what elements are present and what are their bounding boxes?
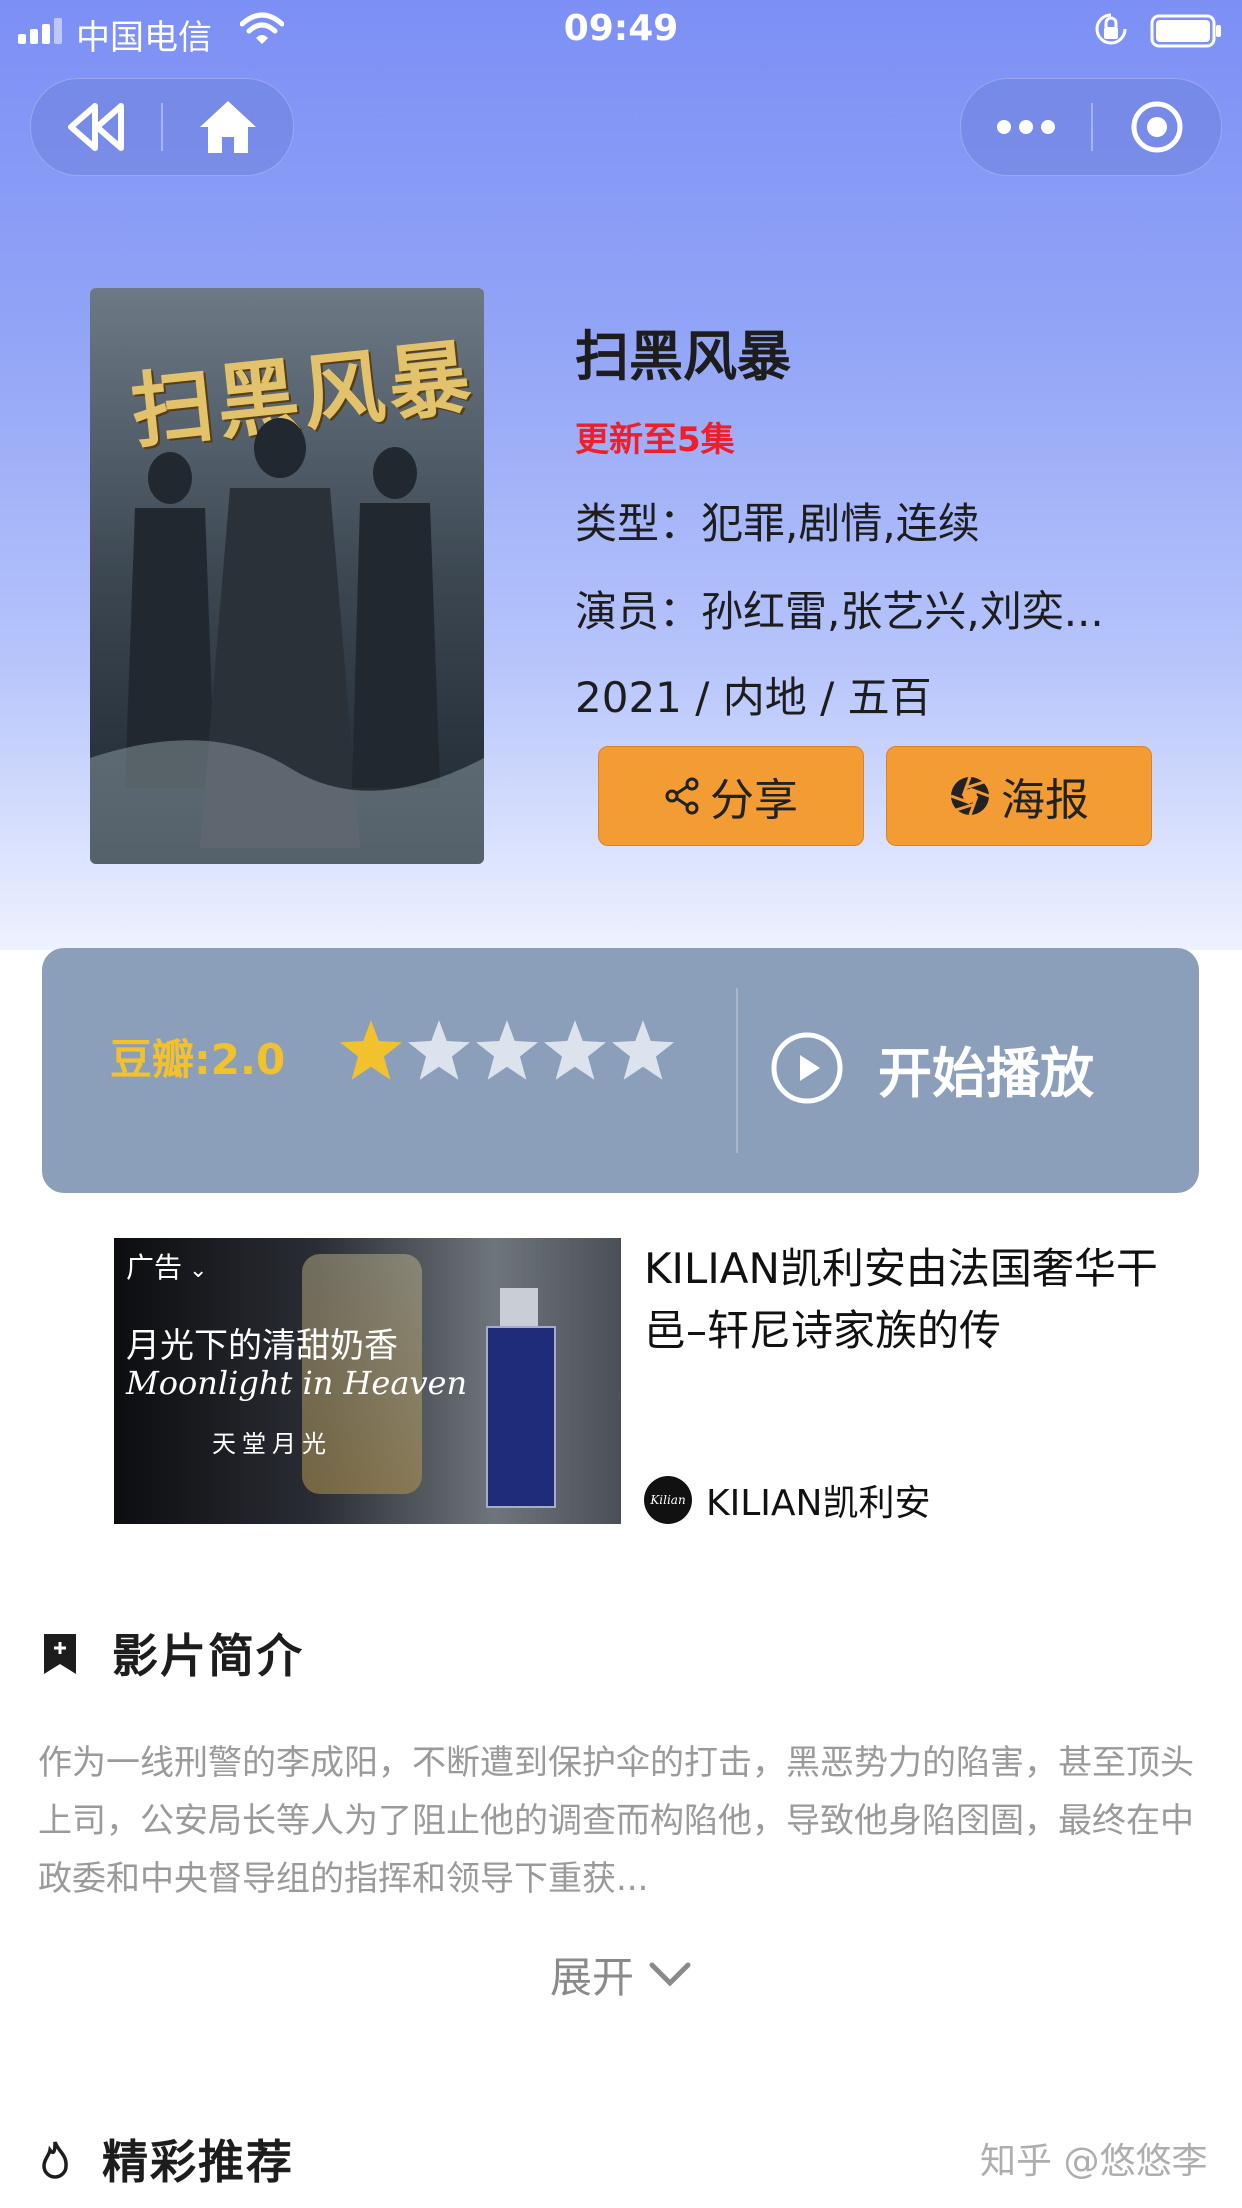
poster-button[interactable]: 海报 <box>886 746 1152 846</box>
rotation-lock-icon <box>1095 13 1127 45</box>
back-button[interactable] <box>31 79 161 175</box>
expand-label: 展开 <box>549 1953 634 2002</box>
star-icon-empty <box>476 1020 538 1080</box>
year-region-line: 2021 / 内地 / 五百 <box>575 673 932 722</box>
ad-image-caption: 天堂月光 <box>212 1430 332 1458</box>
play-label: 开始播放 <box>878 1041 1094 1105</box>
ad-bottle-cap <box>500 1288 538 1328</box>
star-icon-filled <box>340 1020 402 1080</box>
bookmark-icon <box>44 1634 76 1674</box>
aperture-icon <box>950 776 990 816</box>
star-icon-empty <box>612 1020 674 1080</box>
share-label: 分享 <box>710 775 798 826</box>
ad-image-headline: 月光下的清甜奶香 <box>126 1326 398 1366</box>
battery-icon <box>1150 14 1221 48</box>
synopsis-text: 作为一线刑警的李成阳，不断遭到保护伞的打击，黑恶势力的陷害，甚至顶头上司，公安局… <box>38 1743 1194 1899</box>
nav-capsule-right <box>960 78 1222 176</box>
ad-brand[interactable]: Kilian KILIAN凯利安 <box>644 1474 930 1526</box>
expand-button[interactable]: 展开 <box>0 1944 1242 2005</box>
chevron-down-icon <box>649 1962 691 1987</box>
more-button[interactable] <box>961 79 1091 175</box>
home-icon <box>200 101 256 153</box>
play-circle-icon <box>771 1032 843 1104</box>
nav-capsule-left <box>30 78 294 176</box>
update-status: 更新至5集 <box>575 420 735 460</box>
star-rating <box>340 1020 674 1080</box>
double-chevron-left-icon <box>68 103 124 151</box>
genre-line: 类型：犯罪,剧情,连续 <box>575 499 980 548</box>
rating-card: 豆瓣:2.0 开始播放 <box>42 948 1199 1193</box>
movie-poster[interactable]: 扫黑风暴 <box>90 288 484 864</box>
ad-bottle <box>486 1326 556 1508</box>
synopsis-header: 影片简介 <box>40 1620 304 1686</box>
ad-description[interactable]: KILIAN凯利安由法国奢华干邑–轩尼诗家族的传 <box>644 1238 1184 1362</box>
flame-icon <box>42 2141 68 2179</box>
poster-label: 海报 <box>1001 775 1089 826</box>
home-button[interactable] <box>163 79 293 175</box>
star-icon-empty <box>408 1020 470 1080</box>
more-dots-icon <box>997 120 1055 134</box>
recommend-header: 精彩推荐 <box>40 2126 294 2192</box>
rating-divider <box>736 988 738 1153</box>
watermark: 知乎 @悠悠李 <box>980 2141 1208 2182</box>
recommend-heading: 精彩推荐 <box>102 2135 294 2189</box>
ad-image[interactable]: 广告 ⌄ 月光下的清甜奶香 Moonlight in Heaven 天堂月光 <box>114 1238 621 1524</box>
poster-figures <box>90 418 484 864</box>
ad-tag-label: 广告 <box>126 1251 183 1284</box>
cast-line: 演员：孙红雷,张艺兴,刘奕... <box>575 587 1104 636</box>
chevron-down-icon: ⌄ <box>182 1258 208 1283</box>
target-circle-icon <box>1131 101 1183 153</box>
star-icon-empty <box>544 1020 606 1080</box>
ad-tag[interactable]: 广告 ⌄ <box>126 1246 207 1286</box>
clock: 09:49 <box>563 8 679 49</box>
synopsis-heading: 影片简介 <box>112 1629 304 1683</box>
ad-image-subline: Moonlight in Heaven <box>126 1364 468 1402</box>
ad-brand-logo: Kilian <box>644 1476 692 1524</box>
play-button[interactable]: 开始播放 <box>770 1018 1094 1118</box>
douban-score: 豆瓣:2.0 <box>110 1035 286 1084</box>
status-bar: 中国电信 09:49 <box>0 0 1242 62</box>
movie-title: 扫黑风暴 <box>575 325 791 388</box>
share-button[interactable]: 分享 <box>598 746 864 846</box>
share-icon <box>665 777 699 815</box>
close-miniprogram-button[interactable] <box>1093 79 1221 175</box>
ad-brand-name: KILIAN凯利安 <box>706 1483 931 1524</box>
